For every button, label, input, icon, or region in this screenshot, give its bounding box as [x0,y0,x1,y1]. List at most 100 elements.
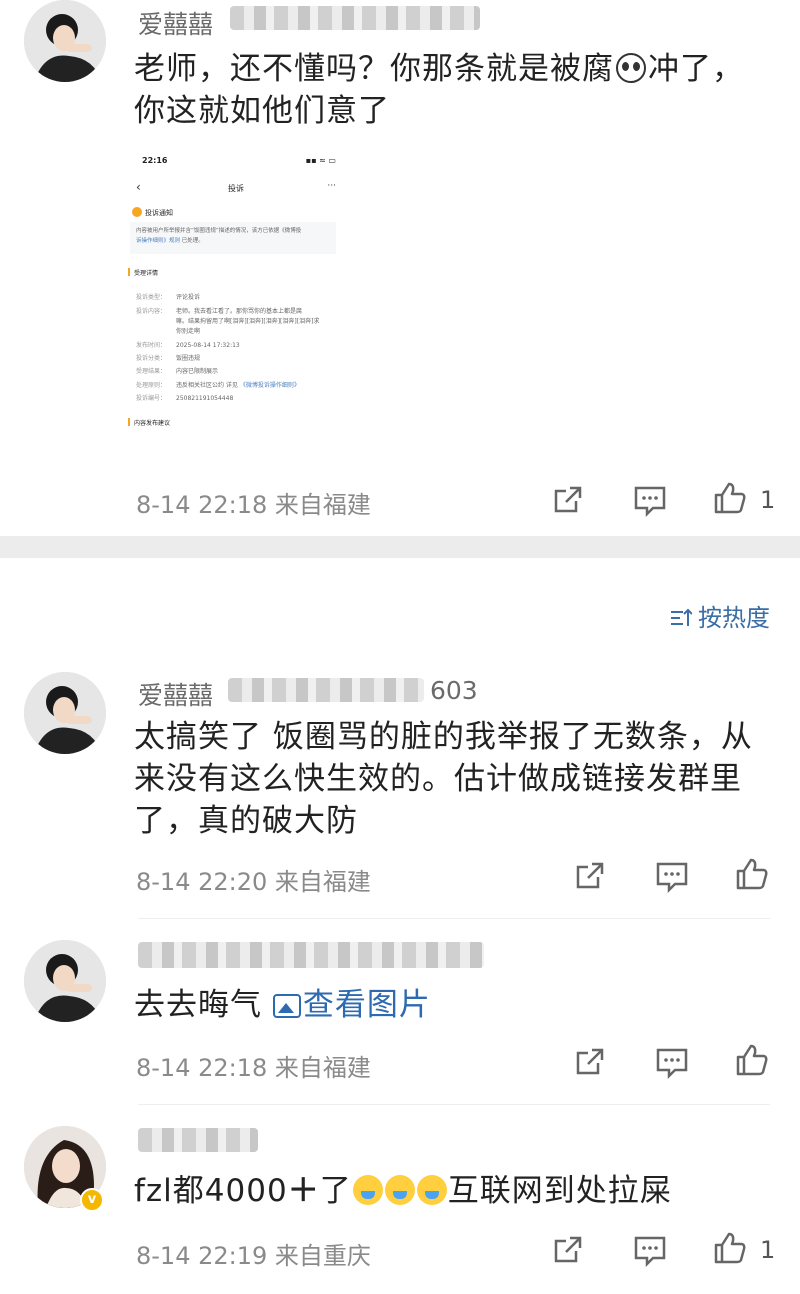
like-icon[interactable] [712,1230,748,1266]
comment-icon[interactable] [632,1232,668,1268]
like-icon[interactable] [712,480,748,516]
verified-badge-icon: v [80,1188,104,1212]
comment-text: 去去晦气 查看图片 [134,984,431,1026]
notice-text-part: 已处理。 [181,238,204,244]
detail-label: 发布时间： [136,342,167,349]
avatar[interactable] [24,0,106,82]
comment-text: 太搞笑了 饭圈骂的脏的我举报了无数条，从 来没有这么快生效的。估计做成链接发群里… [134,716,753,842]
share-icon[interactable] [572,858,608,894]
comment-time: 8-14 22:19 [136,1242,268,1270]
redacted-username [230,6,480,30]
detail-row: 投诉类型： 评论投诉 [136,292,200,301]
avatar[interactable] [24,672,106,754]
comment-meta: 8-14 22:20 来自福建 [136,862,371,897]
comment-text-part: 你这就如他们意了 [134,93,390,129]
comment-text: 老师，还不懂吗？你那条就是被腐 冲了， 你这就如他们意了 [134,48,744,132]
comment-meta: 8-14 22:19 来自重庆 [136,1236,371,1271]
notice-text-part: 诉操作细则》规则 [136,238,181,244]
detail-value: 你别走啊 [176,328,201,335]
comment-meta: 8-14 22:18 来自福建 [136,1048,371,1083]
comment-text-part: 冲了， [648,51,744,87]
username[interactable]: 爱囍囍 [138,676,213,712]
comment-text-line: 来没有这么快生效的。估计做成链接发群里 [134,761,742,797]
comment-text-part: 了 [319,1173,352,1209]
comment-time: 8-14 22:18 [136,1054,268,1082]
username[interactable]: 爱囍囍 [138,5,213,41]
comment-separator [138,918,770,919]
crying-emoji [352,1175,383,1205]
sort-by-hot-button[interactable]: 按热度 [670,598,770,633]
shot-title: 投诉 [228,184,244,193]
status-icons: ▪▪ ≈ ▭ [305,156,336,165]
comment-location: 来自福建 [274,868,371,896]
warning-icon [132,207,142,217]
comment-text: fzl都4000＋了 互联网到处拉屎 [134,1170,672,1212]
comment-separator [138,1104,770,1105]
comment-text-part: 老师，还不懂吗？你那条就是被腐 [134,51,614,87]
section-title-text: 受理详情 [134,270,159,277]
detail-row: 处理原则： 违反相关社区公约 详见 《微博投诉操作细则》 [136,380,300,389]
more-icon[interactable]: ··· [327,181,336,191]
detail-row: 投诉分类： 饭圈违规 [136,353,200,362]
image-icon [272,994,301,1018]
detail-value: 250821191054448 [176,395,234,402]
comment-text-part: ＋ [287,1173,320,1209]
crying-emoji [416,1175,447,1205]
avatar[interactable] [24,940,106,1022]
redacted-username [138,942,484,968]
notice-text-part: 内容被用户所举报并含“饭圈违规”描述的情况，该方已依据《微博投 [136,228,302,234]
notice-text: 内容被用户所举报并含“饭圈违规”描述的情况，该方已依据《微博投 [136,226,301,234]
view-image-label: 查看图片 [302,987,431,1023]
detail-label: 投诉分类： [136,355,167,362]
like-count: 1 [760,1236,776,1264]
detail-label: 投诉类型： [136,294,167,301]
detail-row: 发布时间： 2025-08-14 17:32:13 [136,340,240,349]
notice-title-text: 投诉通知 [145,209,173,217]
sort-icon [671,608,692,626]
redacted-username [138,1128,258,1152]
detail-label: 处理原则： [136,382,167,389]
detail-label: 受理结果： [136,368,167,375]
view-image-link[interactable]: 查看图片 [272,987,431,1023]
sort-label: 按热度 [698,604,770,632]
detail-link[interactable]: 《微博投诉操作细则》 [240,382,300,389]
comment-text-part: fzl都4000 [134,1173,288,1209]
comment-icon[interactable] [654,858,690,894]
section-divider [0,536,800,558]
detail-row: 你别走啊 [136,326,200,335]
like-icon[interactable] [734,856,770,892]
back-icon[interactable]: ‹ [136,180,141,194]
comment-meta: 8-14 22:18 来自福建 [136,485,371,520]
comment-time: 8-14 22:20 [136,868,268,896]
like-count: 1 [760,486,776,514]
like-icon[interactable] [734,1042,770,1078]
detail-row: 嘛。结果拘留用了啊[泪奔][泪奔][泪奔][泪奔][泪奔]求 [136,316,319,325]
detail-value: 违反相关社区公约 详见 [176,382,238,389]
status-time: 22:16 [142,156,168,165]
footer-title: 内容发布建议 [128,418,170,427]
detail-row: 投诉内容： 老师。我去看江看了。那你骂你的基本上都是腐 [136,306,302,315]
share-icon[interactable] [550,1232,586,1268]
username-tail: 603 [430,676,478,705]
detail-value: 评论投诉 [176,294,201,301]
detail-label: 投诉内容： [136,308,167,315]
notice-text: 诉操作细则》规则 已处理。 [136,236,204,244]
comment-location: 来自福建 [274,1054,371,1082]
detail-row: 受理结果： 内容已限制展示 [136,366,218,375]
section-title: 受理详情 [128,268,158,277]
comment-icon[interactable] [632,482,668,518]
share-icon[interactable] [572,1044,608,1080]
comment-icon[interactable] [654,1044,690,1080]
comment-text-line: 去去晦气 [134,987,262,1023]
panda-emoji [616,53,646,83]
share-icon[interactable] [550,482,586,518]
detail-value: 老师。我去看江看了。那你骂你的基本上都是腐 [176,308,303,315]
comment-location: 来自重庆 [274,1242,371,1270]
section-bar [128,418,130,426]
notice-title: 投诉通知 [132,207,173,218]
crying-emoji [384,1175,415,1205]
detail-value: 内容已限制展示 [176,368,219,375]
attached-image[interactable]: 22:16 ▪▪ ≈ ▭ ‹ 投诉 ··· 投诉通知 内容被用户所举报并含“饭圈… [124,150,346,435]
comment-time: 8-14 22:18 [136,491,268,519]
detail-value: 嘛。结果拘留用了啊[泪奔][泪奔][泪奔][泪奔][泪奔]求 [176,318,320,325]
